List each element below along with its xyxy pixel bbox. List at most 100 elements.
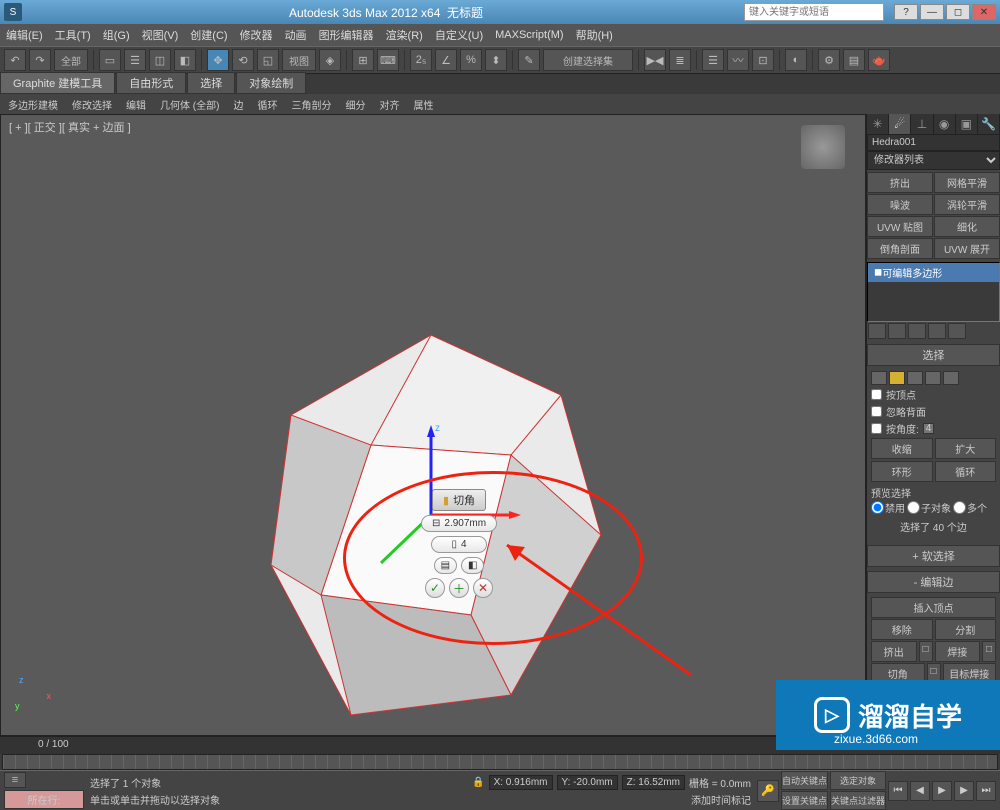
subobj-element[interactable] (943, 371, 959, 385)
schematic-view-button[interactable]: ⊡ (752, 49, 774, 71)
make-unique-button[interactable] (908, 323, 926, 339)
menu-create[interactable]: 创建(C) (190, 27, 227, 43)
tab-hierarchy[interactable]: ⊥ (911, 114, 933, 134)
caddy-apply-button[interactable]: ＋ (449, 578, 469, 598)
add-time-tag-button[interactable]: 添加时间标记 (691, 792, 751, 807)
keyboard-shortcut-button[interactable]: ⌨ (377, 49, 399, 71)
menu-edit[interactable]: 编辑(E) (6, 27, 43, 43)
angle-spinner[interactable] (923, 423, 934, 434)
caddy-title[interactable]: 切角 (432, 489, 486, 511)
caddy-segments-field[interactable]: ▯4 (431, 536, 487, 553)
tab-display[interactable]: ▣ (956, 114, 978, 134)
viewport-label[interactable]: [ + ][ 正交 ][ 真实 + 边面 ] (9, 119, 131, 135)
selkey-dropdown[interactable]: 选定对象 (830, 771, 886, 790)
modbtn-noise[interactable]: 噪波 (867, 194, 933, 215)
coord-x[interactable]: X: 0.916mm (489, 775, 553, 790)
caddy-amount-field[interactable]: ⊟2.907mm (421, 515, 497, 532)
rollout-softsel-header[interactable]: + 软选择 (867, 545, 1000, 567)
menu-animation[interactable]: 动画 (285, 27, 307, 43)
goto-end-button[interactable]: ⏭ (976, 781, 996, 801)
script-listener-button[interactable]: ≡ (4, 772, 26, 788)
ignore-back-check[interactable] (871, 406, 882, 417)
select-button[interactable]: ▭ (99, 49, 121, 71)
menu-tools[interactable]: 工具(T) (55, 27, 91, 43)
ribbon-tab-graphite[interactable]: Graphite 建模工具 (0, 72, 115, 94)
select-name-button[interactable]: ☰ (124, 49, 146, 71)
keyfilter-button[interactable]: 关键点过滤器 (830, 791, 886, 810)
select-manipulate-button[interactable]: ⊞ (352, 49, 374, 71)
goto-line-button[interactable]: 所在行: (4, 790, 84, 809)
remove-button[interactable]: 移除 (871, 619, 933, 640)
modbtn-turbosmooth[interactable]: 涡轮平滑 (934, 194, 1000, 215)
render-button[interactable]: 🫖 (868, 49, 890, 71)
tab-motion[interactable]: ◉ (934, 114, 956, 134)
weld-settings-button[interactable]: □ (982, 641, 996, 662)
menu-group[interactable]: 组(G) (103, 27, 130, 43)
material-editor-button[interactable]: ◐ (785, 49, 807, 71)
remove-mod-button[interactable] (928, 323, 946, 339)
modbtn-meshsmooth[interactable]: 网格平滑 (934, 172, 1000, 193)
extrude-button[interactable]: 挤出 (871, 641, 917, 662)
goto-start-button[interactable]: ⏮ (888, 781, 908, 801)
move-button[interactable]: ✥ (207, 49, 229, 71)
caddy-smooth-toggle[interactable]: ◧ (461, 557, 484, 574)
object-name-field[interactable] (867, 134, 1000, 151)
selection-filter[interactable]: 全部 (54, 49, 88, 71)
named-selection-dropdown[interactable]: 创建选择集 (543, 49, 633, 71)
window-crossing-button[interactable]: ◧ (174, 49, 196, 71)
by-angle-check[interactable] (871, 423, 882, 434)
help-icon[interactable]: ? (894, 4, 918, 20)
viewport[interactable]: [ + ][ 正交 ][ 真实 + 边面 ] z 切角 ⊟2.907mm (0, 114, 866, 736)
subobj-edge[interactable] (889, 371, 905, 385)
ref-coord-dropdown[interactable]: 视图 (282, 49, 316, 71)
preview-off-radio[interactable] (871, 501, 884, 514)
menu-help[interactable]: 帮助(H) (576, 27, 613, 43)
insert-vertex-button[interactable]: 插入顶点 (871, 597, 996, 618)
menu-view[interactable]: 视图(V) (142, 27, 179, 43)
ribbon-geom[interactable]: 几何体 (全部) (160, 97, 219, 112)
rotate-button[interactable]: ⟲ (232, 49, 254, 71)
menu-maxscript[interactable]: MAXScript(M) (495, 29, 563, 41)
snap-angle-button[interactable]: ∠ (435, 49, 457, 71)
mirror-button[interactable]: ▶◀ (644, 49, 666, 71)
minimize-button[interactable]: — (920, 4, 944, 20)
snap-percent-button[interactable]: % (460, 49, 482, 71)
prev-frame-button[interactable]: ◀ (910, 781, 930, 801)
select-region-button[interactable]: ◫ (149, 49, 171, 71)
subobj-border[interactable] (907, 371, 923, 385)
coord-y[interactable]: Y: -20.0mm (557, 775, 618, 790)
caddy-ok-button[interactable]: ✓ (425, 578, 445, 598)
ribbon-tab-paint[interactable]: 对象绘制 (236, 72, 306, 94)
scale-button[interactable]: ◱ (257, 49, 279, 71)
stack-item-editpoly[interactable]: ◼ 可编辑多边形 (868, 263, 999, 282)
menu-modifiers[interactable]: 修改器 (240, 27, 273, 43)
search-input[interactable] (744, 3, 884, 21)
show-end-button[interactable] (888, 323, 906, 339)
play-button[interactable]: ▶ (932, 781, 952, 801)
key-toggle-button[interactable]: 🔑 (757, 780, 779, 802)
maximize-button[interactable]: ◻ (946, 4, 970, 20)
rollout-editedge-header[interactable]: - 编辑边 (867, 571, 1000, 593)
redo-button[interactable]: ↷ (29, 49, 51, 71)
modbtn-uvwmap[interactable]: UVW 贴图 (867, 216, 933, 237)
track-bar[interactable] (2, 754, 998, 770)
preview-multi-radio[interactable] (953, 501, 966, 514)
by-vertex-check[interactable] (871, 389, 882, 400)
pivot-button[interactable]: ◈ (319, 49, 341, 71)
ribbon-tab-selection[interactable]: 选择 (187, 72, 235, 94)
ring-button[interactable]: 环形 (871, 461, 933, 482)
menu-render[interactable]: 渲染(R) (386, 27, 423, 43)
ribbon-polymodel[interactable]: 多边形建模 (8, 97, 58, 112)
extrude-settings-button[interactable]: □ (919, 641, 933, 662)
modifier-list-dropdown[interactable]: 修改器列表 (867, 151, 1000, 170)
ribbon-modsel[interactable]: 修改选择 (72, 97, 112, 112)
ribbon-subdiv[interactable]: 细分 (345, 97, 365, 112)
ribbon-loop[interactable]: 循环 (257, 97, 277, 112)
viewcube[interactable] (801, 125, 845, 169)
layers-button[interactable]: ☰ (702, 49, 724, 71)
shrink-button[interactable]: 收缩 (871, 438, 933, 459)
weld-button[interactable]: 焊接 (935, 641, 981, 662)
grow-button[interactable]: 扩大 (935, 438, 997, 459)
caddy-cancel-button[interactable]: ✕ (473, 578, 493, 598)
split-button[interactable]: 分割 (935, 619, 997, 640)
